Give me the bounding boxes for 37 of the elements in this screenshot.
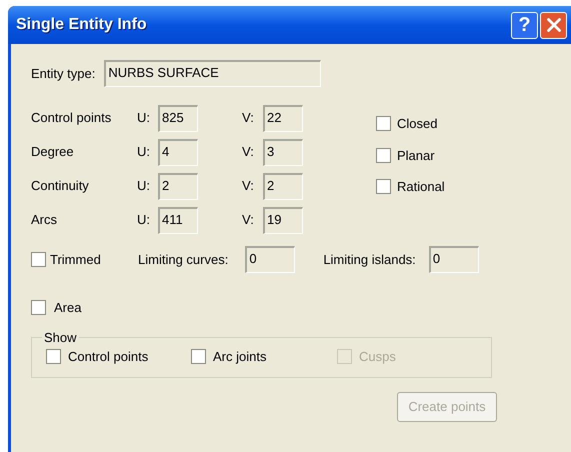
field-label: U:	[137, 109, 151, 128]
read-only-field[interactable]: 825	[158, 104, 198, 132]
read-only-field[interactable]: 19	[263, 206, 303, 234]
field-label: Entity type:	[31, 64, 96, 83]
field-label: V:	[242, 109, 255, 128]
read-only-field[interactable]: 22	[263, 104, 303, 132]
field-label: Limiting curves:	[138, 250, 228, 269]
read-only-field[interactable]: 2	[263, 172, 303, 200]
window-title: Single Entity Info	[16, 15, 148, 35]
field-label: Limiting islands:	[323, 250, 416, 269]
checkbox[interactable]: Planar	[376, 146, 445, 165]
close-button[interactable]	[540, 12, 567, 38]
field-label: Degree	[31, 143, 75, 162]
entity-type-field[interactable]: NURBS SURFACE	[104, 60, 322, 87]
checkbox[interactable]: Area	[31, 298, 571, 318]
checkbox[interactable]: Trimmed	[31, 250, 138, 270]
read-only-field[interactable]: 3	[263, 138, 303, 166]
field-label: V:	[242, 177, 255, 196]
field-label: U:	[137, 143, 151, 162]
read-only-field[interactable]: 0	[245, 246, 296, 273]
checkbox[interactable]: Closed	[376, 114, 445, 134]
field-label: Arcs	[31, 211, 58, 230]
field-label: V:	[242, 211, 255, 230]
field-label: U:	[137, 211, 151, 230]
checkbox[interactable]: Rational	[376, 177, 445, 196]
field-label: Continuity	[31, 177, 90, 196]
read-only-field[interactable]: 0	[428, 246, 479, 273]
read-only-field[interactable]: 2	[158, 172, 198, 200]
help-button[interactable]: ?	[511, 12, 538, 38]
field-label: Control points	[31, 109, 112, 128]
checkbox[interactable]: Control points	[46, 347, 191, 366]
read-only-field[interactable]: 411	[158, 206, 198, 234]
checkbox[interactable]: Arc joints	[191, 347, 337, 366]
field-label: U:	[137, 177, 151, 196]
field-label: V:	[242, 143, 255, 162]
read-only-field[interactable]: 4	[158, 138, 198, 166]
group-title: Show	[43, 328, 78, 346]
